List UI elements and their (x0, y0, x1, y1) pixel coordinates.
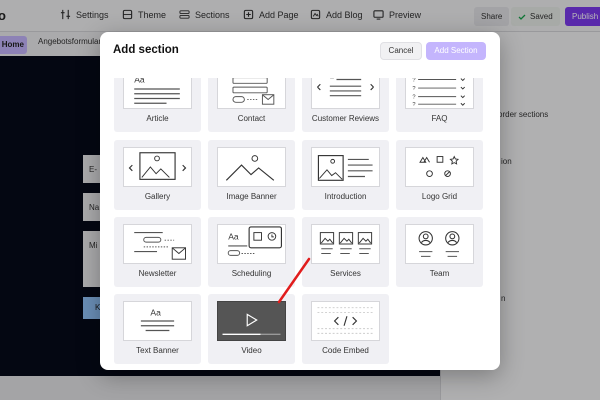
section-card-team[interactable]: Team (396, 217, 483, 287)
gallery-icon (123, 147, 192, 187)
section-label: Customer Reviews (311, 114, 380, 123)
section-card-gallery[interactable]: Gallery (114, 140, 201, 210)
introduction-icon (311, 147, 380, 187)
section-grid: Aa Article Contact “ Customer Reviews ??… (100, 78, 500, 370)
services-icon (311, 224, 380, 264)
image-banner-icon (217, 147, 286, 187)
section-label: Image Banner (226, 192, 277, 201)
section-card-article[interactable]: Aa Article (114, 78, 201, 132)
section-card-image-banner[interactable]: Image Banner (208, 140, 295, 210)
section-card-services[interactable]: Services (302, 217, 389, 287)
article-icon: Aa (123, 78, 192, 109)
section-label: Newsletter (138, 269, 177, 278)
section-card-text-banner[interactable]: Aa Text Banner (114, 294, 201, 364)
section-card-introduction[interactable]: Introduction (302, 140, 389, 210)
svg-text:Aa: Aa (134, 78, 145, 84)
video-icon (217, 301, 286, 341)
newsletter-icon (123, 224, 192, 264)
section-card-logo-grid[interactable]: Logo Grid (396, 140, 483, 210)
code-embed-icon (311, 301, 380, 341)
section-card-contact[interactable]: Contact (208, 78, 295, 132)
svg-text:?: ? (412, 78, 415, 83)
section-label: Team (429, 269, 450, 278)
section-label: Code Embed (322, 346, 369, 355)
team-icon (405, 224, 474, 264)
text-banner-icon: Aa (123, 301, 192, 341)
logo-grid-icon (405, 147, 474, 187)
svg-text:“: “ (330, 78, 334, 85)
svg-text:Aa: Aa (228, 231, 239, 241)
dialog-title: Add section (113, 44, 179, 56)
reviews-icon: “ (311, 78, 380, 109)
section-card-customer-reviews[interactable]: “ Customer Reviews (302, 78, 389, 132)
section-card-video[interactable]: Video (208, 294, 295, 364)
svg-text:?: ? (412, 86, 415, 92)
section-label: Video (241, 346, 262, 355)
contact-icon (217, 78, 286, 109)
section-label: Introduction (324, 192, 367, 201)
svg-text:?: ? (412, 102, 415, 108)
section-card-faq[interactable]: ???? FAQ (396, 78, 483, 132)
svg-text:Aa: Aa (150, 307, 161, 317)
scheduling-icon: Aa (217, 224, 286, 264)
section-label: Article (146, 114, 169, 123)
cancel-button[interactable]: Cancel (380, 42, 422, 60)
add-section-dialog: Add section Cancel Add Section Aa Articl… (100, 32, 500, 370)
add-section-button[interactable]: Add Section (426, 42, 486, 60)
section-label: Logo Grid (421, 192, 458, 201)
section-label: Contact (237, 114, 266, 123)
section-label: FAQ (431, 114, 448, 123)
section-label: Services (330, 269, 361, 278)
section-card-scheduling[interactable]: Aa Scheduling (208, 217, 295, 287)
svg-text:?: ? (412, 95, 415, 101)
section-label: Text Banner (136, 346, 179, 355)
section-label: Scheduling (231, 269, 272, 278)
section-card-code-embed[interactable]: Code Embed (302, 294, 389, 364)
section-label: Gallery (144, 192, 171, 201)
section-card-newsletter[interactable]: Newsletter (114, 217, 201, 287)
faq-icon: ???? (405, 78, 474, 109)
